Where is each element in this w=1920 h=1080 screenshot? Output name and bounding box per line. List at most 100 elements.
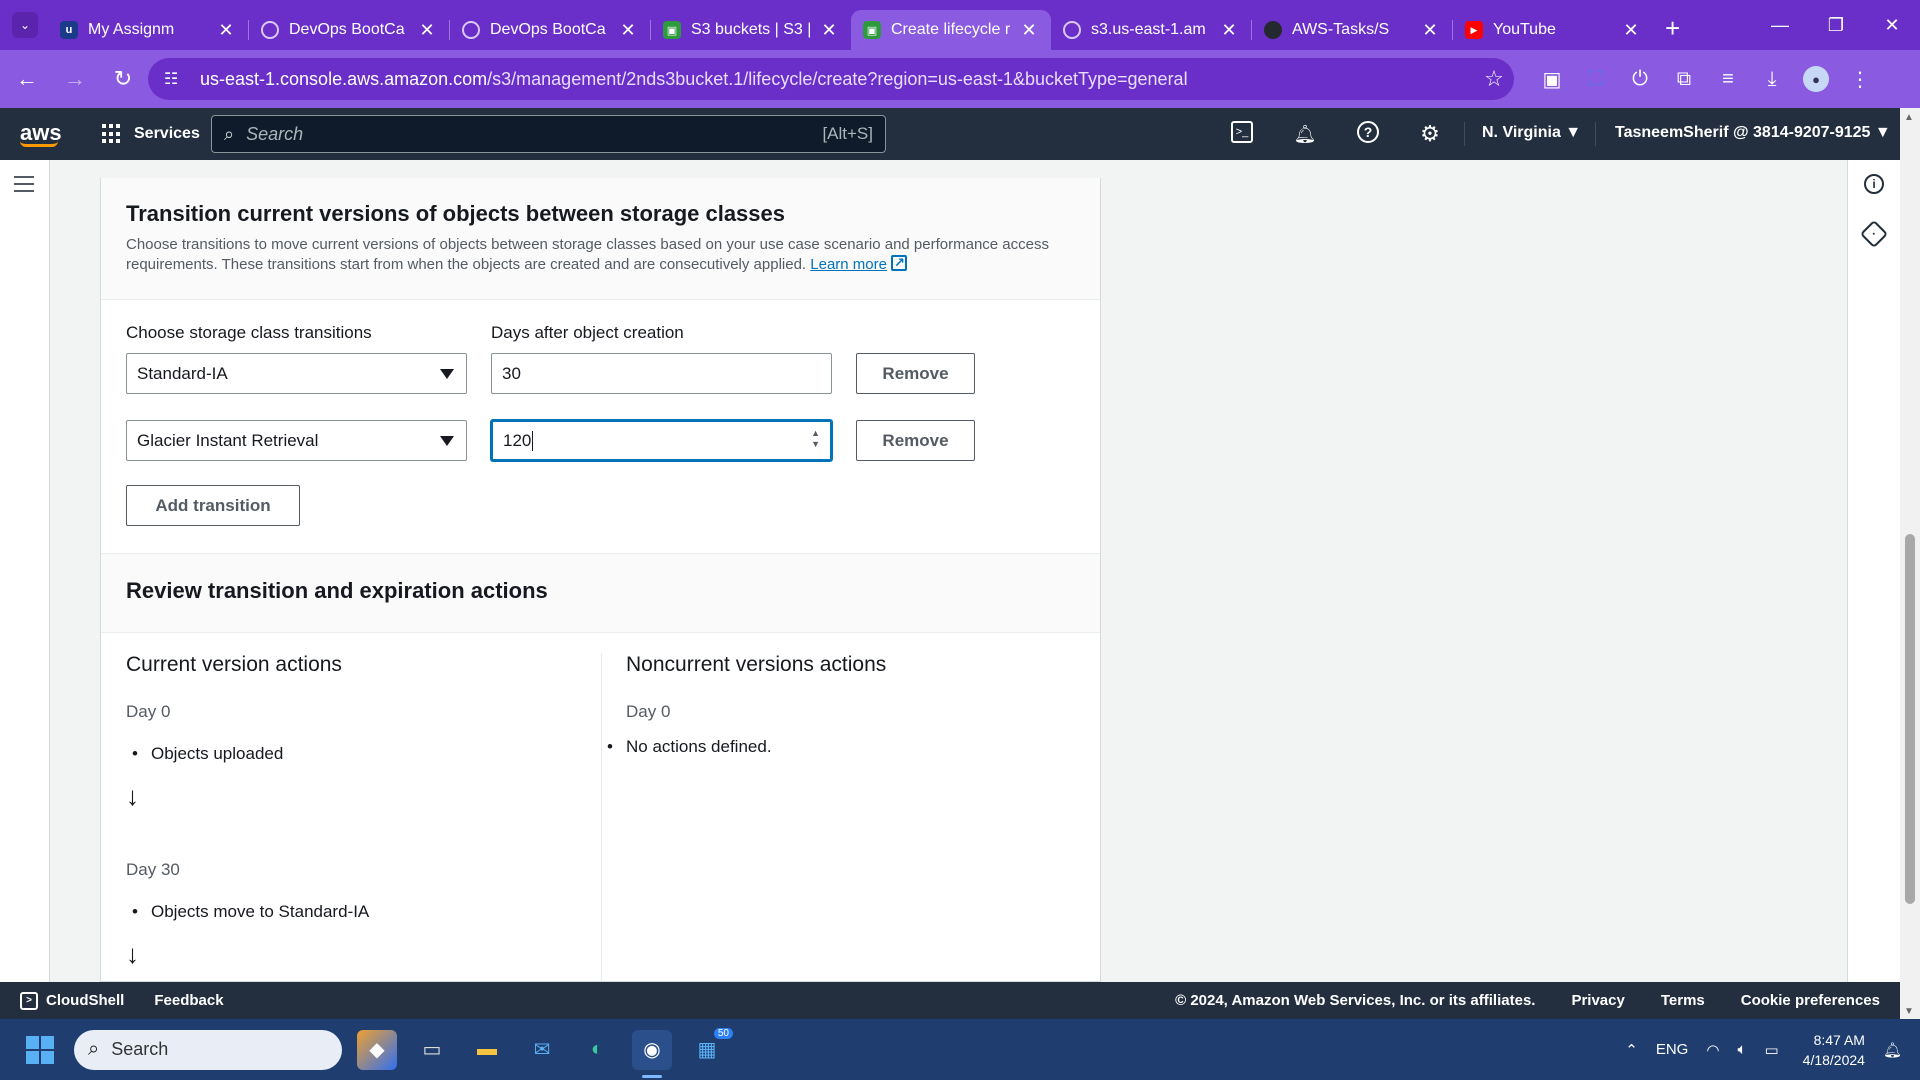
tab-search-chevron-icon[interactable]: ⌄: [12, 12, 38, 38]
close-tab-icon[interactable]: ✕: [1019, 20, 1039, 41]
clock[interactable]: 8:47 AM 4/18/2024: [1803, 1030, 1865, 1070]
page-scrollbar[interactable]: ▲ ▼: [1900, 108, 1920, 1019]
task-view-icon[interactable]: ▭: [412, 1030, 452, 1070]
remove-transition-button-2[interactable]: Remove: [856, 420, 975, 461]
side-navigation-rail: [0, 160, 50, 982]
battery-icon[interactable]: ▭: [1764, 1041, 1778, 1059]
review-section-body: Current version actions Day 0 Objects up…: [101, 633, 1100, 981]
system-tray: ⌃ ENG ◠ 🔈︎ ▭ 8:47 AM 4/18/2024 🔔︎: [1607, 1019, 1902, 1080]
scroll-down-arrow-icon[interactable]: ▼: [1904, 1006, 1914, 1017]
restore-icon[interactable]: ❐: [1808, 0, 1864, 50]
back-arrow-icon[interactable]: ←: [6, 58, 48, 100]
file-explorer-icon[interactable]: ▬: [467, 1030, 507, 1070]
minimize-icon[interactable]: —: [1752, 0, 1808, 50]
browser-tab-my-assignments[interactable]: u My Assignm ✕: [48, 10, 248, 50]
number-spinner-icon[interactable]: ▲ ▼: [811, 428, 820, 450]
chrome-browser-icon[interactable]: ◉: [632, 1029, 672, 1078]
browser-tab-create-lifecycle[interactable]: ▣ Create lifecycle r ✕: [851, 10, 1051, 50]
close-tab-icon[interactable]: ✕: [417, 20, 437, 41]
input-value: 30: [502, 363, 521, 383]
cloudshell-button[interactable]: > CloudShell: [20, 991, 124, 1010]
language-indicator[interactable]: ENG: [1656, 1041, 1689, 1058]
help-icon[interactable]: ?: [1357, 121, 1379, 143]
extensions-puzzle-icon[interactable]: ⧉: [1662, 58, 1706, 100]
close-tab-icon[interactable]: ✕: [819, 20, 839, 41]
web-favicon-icon: [261, 21, 279, 39]
search-placeholder: Search: [246, 123, 304, 144]
storage-class-select-2[interactable]: Glacier Instant Retrieval: [126, 420, 467, 461]
media-controls-icon[interactable]: ≡: [1706, 58, 1750, 100]
show-hidden-icons-chevron-icon[interactable]: ⌃: [1625, 1041, 1638, 1059]
forward-arrow-icon[interactable]: →: [54, 58, 96, 100]
add-transition-button[interactable]: Add transition: [126, 485, 300, 526]
browser-tab-s3-buckets[interactable]: ▣ S3 buckets | S3 | ✕: [651, 10, 851, 50]
power-icon[interactable]: ⏻: [1618, 58, 1662, 100]
privacy-link[interactable]: Privacy: [1571, 992, 1624, 1009]
volume-icon[interactable]: 🔈︎: [1737, 1041, 1746, 1058]
region-selector[interactable]: N. Virginia ▼: [1482, 124, 1581, 142]
tab-title: s3.us-east-1.am: [1091, 21, 1206, 38]
close-window-icon[interactable]: ✕: [1864, 0, 1920, 50]
feedback-hexagon-icon[interactable]: ·: [1859, 219, 1889, 249]
copilot-app-icon[interactable]: ◆: [357, 1029, 397, 1070]
profile-avatar[interactable]: ●: [1803, 66, 1829, 92]
services-menu-button[interactable]: Services: [102, 124, 200, 144]
storage-class-select-1[interactable]: Standard-IA: [126, 353, 467, 394]
aws-logo[interactable]: aws: [20, 121, 64, 147]
cloudshell-icon[interactable]: >_: [1231, 121, 1253, 143]
store-app-icon[interactable]: ▦ 50: [687, 1027, 733, 1070]
close-tab-icon[interactable]: ✕: [618, 20, 638, 41]
remove-transition-button-1[interactable]: Remove: [856, 353, 975, 394]
close-tab-icon[interactable]: ✕: [1219, 20, 1239, 41]
clock-time: 8:47 AM: [1813, 1031, 1865, 1048]
feedback-link[interactable]: Feedback: [154, 992, 223, 1009]
screenshot-icon[interactable]: ⛶: [1574, 58, 1618, 100]
edge-browser-icon[interactable]: ◐: [577, 1030, 617, 1070]
info-icon[interactable]: i: [1864, 174, 1884, 194]
cast-icon[interactable]: ▣: [1530, 58, 1574, 100]
scroll-up-arrow-icon[interactable]: ▲: [1904, 112, 1914, 123]
browser-tab-github[interactable]: AWS-Tasks/S ✕: [1252, 10, 1452, 50]
browser-tab-s3-endpoint[interactable]: s3.us-east-1.am ✕: [1051, 10, 1251, 50]
browser-menu-icon[interactable]: ⋮: [1838, 58, 1882, 100]
learn-more-link[interactable]: Learn more: [810, 256, 887, 273]
browser-tab-devops-2[interactable]: DevOps BootCa ✕: [450, 10, 650, 50]
wifi-icon[interactable]: ◠: [1706, 1041, 1719, 1059]
tab-title: DevOps BootCa: [289, 21, 405, 38]
address-bar[interactable]: ☷ us-east-1.console.aws.amazon.com/s3/ma…: [148, 58, 1514, 100]
notification-bell-icon[interactable]: 🔔︎: [1883, 1041, 1902, 1059]
taskbar-search-input[interactable]: ⌕ Search: [74, 1029, 342, 1070]
browser-tab-devops-1[interactable]: DevOps BootCa ✕: [249, 10, 449, 50]
window-controls: — ❐ ✕: [1752, 0, 1920, 50]
cookie-preferences-link[interactable]: Cookie preferences: [1741, 992, 1880, 1009]
terms-link[interactable]: Terms: [1661, 992, 1705, 1009]
tab-title: Create lifecycle r: [891, 21, 1011, 38]
new-tab-plus-icon[interactable]: +: [1665, 13, 1680, 44]
account-menu[interactable]: TasneemSherif @ 3814-9207-9125 ▼: [1615, 124, 1891, 142]
browser-actions: ▣ ⛶ ⏻ ⧉ ≡ ⤓ ● ⋮: [1530, 58, 1882, 100]
notifications-bell-icon[interactable]: 🔔︎: [1292, 121, 1318, 147]
windows-start-icon[interactable]: [26, 1035, 54, 1064]
bookmark-star-icon[interactable]: ☆: [1474, 66, 1514, 92]
days-input-2[interactable]: 120 ▲ ▼: [491, 420, 832, 461]
settings-gear-icon[interactable]: ⚙: [1417, 121, 1443, 147]
mail-app-icon[interactable]: ✉: [522, 1030, 562, 1070]
browser-tab-youtube[interactable]: ▶ YouTube ✕: [1453, 10, 1653, 50]
tab-title: S3 buckets | S3 |: [691, 21, 812, 38]
copyright-text: © 2024, Amazon Web Services, Inc. or its…: [1175, 992, 1536, 1009]
menu-hamburger-icon[interactable]: [14, 176, 34, 197]
days-input-1[interactable]: 30: [491, 353, 832, 394]
scrollbar-thumb[interactable]: [1905, 534, 1915, 904]
services-label: Services: [134, 125, 200, 142]
close-tab-icon[interactable]: ✕: [1621, 20, 1641, 41]
transition-section-title: Transition current versions of objects b…: [126, 201, 786, 226]
selected-value: Standard-IA: [137, 363, 228, 383]
site-settings-icon[interactable]: ☷: [164, 69, 186, 89]
close-tab-icon[interactable]: ✕: [1420, 20, 1440, 41]
aws-search-input[interactable]: ⌕ Search [Alt+S]: [211, 115, 886, 153]
web-favicon-icon: [1063, 21, 1081, 39]
downloads-icon[interactable]: ⤓: [1750, 58, 1794, 100]
reload-icon[interactable]: ↻: [102, 58, 144, 100]
review-section-header: Review transition and expiration actions: [101, 553, 1100, 633]
close-tab-icon[interactable]: ✕: [216, 20, 236, 41]
